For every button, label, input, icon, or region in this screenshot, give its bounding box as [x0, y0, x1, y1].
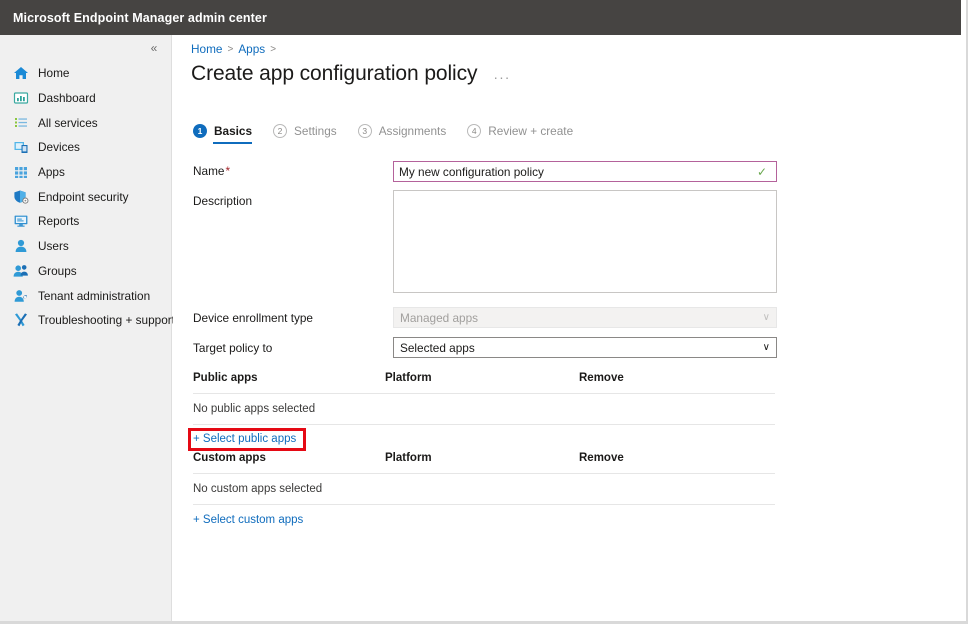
app-title: Microsoft Endpoint Manager admin center — [13, 10, 267, 25]
home-icon — [13, 65, 29, 81]
page-title-row: Create app configuration policy ··· — [191, 62, 510, 86]
tab-label: Basics — [214, 124, 253, 138]
breadcrumb: Home > Apps > — [191, 42, 281, 56]
custom-apps-table: Custom apps Platform Remove No custom ap… — [193, 452, 775, 505]
sidebar-item-label: Reports — [38, 214, 80, 229]
sidebar-item-label: Groups — [38, 263, 77, 278]
apps-grid-icon — [13, 164, 29, 180]
tab-assignments[interactable]: 3 Assignments — [357, 124, 447, 144]
wrench-icon — [13, 312, 29, 328]
reports-icon — [13, 213, 29, 229]
shield-icon — [13, 189, 29, 205]
tab-step-number: 3 — [357, 124, 372, 138]
sidebar: « Home Dashboard All services Devices Ap… — [0, 35, 175, 621]
sidebar-item-users[interactable]: Users — [0, 234, 171, 259]
sidebar-item-label: Tenant administration — [38, 288, 151, 303]
column-header-remove: Remove — [579, 452, 624, 464]
tenant-gear-icon — [13, 288, 29, 304]
required-marker: * — [225, 164, 231, 178]
select-public-apps-link[interactable]: + Select public apps — [193, 433, 296, 445]
user-icon — [13, 238, 29, 254]
tab-label: Assignments — [378, 124, 447, 138]
page-title: Create app configuration policy — [191, 62, 478, 85]
tab-basics[interactable]: 1 Basics — [193, 124, 253, 144]
sidebar-item-label: Troubleshooting + support — [38, 313, 175, 328]
sidebar-item-apps[interactable]: Apps — [0, 160, 171, 185]
device-enrollment-type-select: Managed apps ∨ — [393, 307, 777, 328]
title-bar: Microsoft Endpoint Manager admin center — [0, 0, 961, 35]
groups-icon — [13, 263, 29, 279]
breadcrumb-separator-icon: > — [227, 43, 234, 55]
sidebar-item-label: Devices — [38, 140, 80, 155]
sidebar-item-label: Endpoint security — [38, 189, 129, 204]
sidebar-item-label: Apps — [38, 165, 65, 180]
sidebar-item-home[interactable]: Home — [0, 61, 171, 86]
tab-step-number: 1 — [193, 124, 207, 138]
dashboard-icon — [13, 90, 29, 106]
app-window: Microsoft Endpoint Manager admin center … — [0, 0, 968, 624]
select-value: Managed apps — [400, 310, 479, 325]
devices-icon — [13, 139, 29, 155]
chevron-down-icon: ∨ — [762, 341, 770, 353]
select-value: Selected apps — [400, 340, 475, 355]
tab-step-number: 2 — [273, 124, 288, 138]
breadcrumb-item-home[interactable]: Home — [191, 42, 222, 56]
sidebar-item-label: Dashboard — [38, 91, 96, 106]
column-header-remove: Remove — [579, 372, 624, 384]
column-header-public-apps: Public apps — [193, 372, 258, 384]
sidebar-item-troubleshooting-support[interactable]: Troubleshooting + support — [0, 308, 175, 333]
public-apps-table: Public apps Platform Remove No public ap… — [193, 372, 775, 425]
collapse-sidebar-icon[interactable]: « — [145, 39, 163, 57]
public-apps-empty-text: No public apps selected — [193, 403, 316, 415]
breadcrumb-item-apps[interactable]: Apps — [238, 42, 265, 56]
description-input[interactable] — [393, 190, 777, 293]
description-label: Description — [193, 194, 253, 208]
chevron-down-icon: ∨ — [762, 311, 770, 323]
target-policy-to-select[interactable]: Selected apps ∨ — [393, 337, 777, 358]
sidebar-item-dashboard[interactable]: Dashboard — [0, 86, 171, 111]
select-custom-apps-link[interactable]: + Select custom apps — [193, 514, 303, 526]
sidebar-item-tenant-administration[interactable]: Tenant administration — [0, 283, 171, 308]
tab-review-create[interactable]: 4 Review + create — [467, 124, 573, 144]
table-row: No public apps selected — [193, 394, 775, 425]
tab-settings[interactable]: 2 Settings — [273, 124, 337, 144]
name-label: Name* — [193, 164, 231, 178]
more-options-icon[interactable]: ··· — [493, 69, 510, 85]
wizard-tabs: 1 Basics 2 Settings 3 Assignments 4 Revi… — [193, 124, 594, 144]
device-enrollment-type-label: Device enrollment type — [193, 311, 313, 325]
name-input[interactable] — [393, 161, 777, 182]
tab-label: Settings — [294, 124, 337, 138]
sidebar-item-label: Users — [38, 239, 69, 254]
custom-apps-empty-text: No custom apps selected — [193, 483, 323, 495]
table-header-row: Custom apps Platform Remove — [193, 452, 775, 474]
tab-label: Review + create — [488, 124, 574, 138]
all-services-icon — [13, 115, 29, 131]
column-header-custom-apps: Custom apps — [193, 452, 266, 464]
sidebar-item-groups[interactable]: Groups — [0, 259, 171, 284]
sidebar-item-label: Home — [38, 66, 70, 81]
content-area: Home > Apps > Create app configuration p… — [173, 35, 961, 621]
sidebar-item-label: All services — [38, 115, 98, 130]
tab-step-number: 4 — [467, 124, 482, 138]
table-row: No custom apps selected — [193, 474, 775, 505]
column-header-platform: Platform — [385, 452, 432, 464]
sidebar-item-endpoint-security[interactable]: Endpoint security — [0, 184, 171, 209]
sidebar-item-reports[interactable]: Reports — [0, 209, 171, 234]
breadcrumb-separator-icon: > — [270, 43, 277, 55]
sidebar-nav-list: Home Dashboard All services Devices Apps… — [0, 61, 175, 333]
table-header-row: Public apps Platform Remove — [193, 372, 775, 394]
sidebar-item-devices[interactable]: Devices — [0, 135, 171, 160]
column-header-platform: Platform — [385, 372, 432, 384]
sidebar-item-all-services[interactable]: All services — [0, 110, 171, 135]
target-policy-to-label: Target policy to — [193, 341, 273, 355]
